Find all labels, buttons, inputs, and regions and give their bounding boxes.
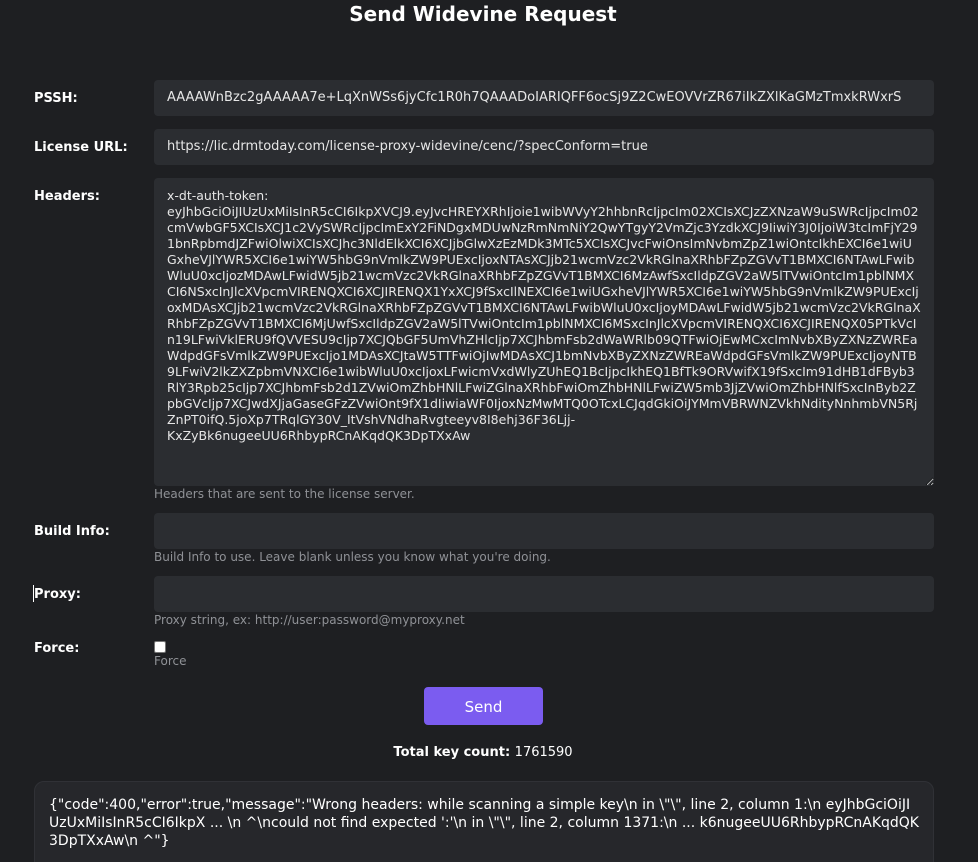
pssh-input[interactable]	[154, 80, 934, 116]
headers-label: Headers:	[34, 189, 100, 204]
widevine-request-page: Send Widevine Request PSSH: License URL:…	[0, 0, 978, 862]
response-output: {"code":400,"error":true,"message":"Wron…	[34, 781, 934, 862]
build-info-input[interactable]	[154, 513, 934, 549]
key-count-label: Total key count:	[393, 745, 511, 760]
key-count-value: 1761590	[514, 745, 573, 760]
force-checkbox[interactable]	[154, 641, 166, 653]
force-label: Force:	[34, 641, 80, 656]
key-count: Total key count: 1761590	[0, 745, 966, 760]
proxy-input[interactable]	[154, 576, 934, 612]
headers-help: Headers that are sent to the license ser…	[154, 487, 415, 501]
headers-textarea[interactable]: x-dt-auth-token: eyJhbGciOiJIUzUxMiIsInR…	[154, 178, 934, 486]
proxy-help: Proxy string, ex: http://user:password@m…	[154, 613, 465, 627]
proxy-label: Proxy:	[34, 587, 81, 602]
force-help: Force	[154, 654, 187, 668]
build-info-help: Build Info to use. Leave blank unless yo…	[154, 550, 551, 564]
pssh-label: PSSH:	[34, 91, 78, 106]
build-info-label: Build Info:	[34, 524, 110, 539]
license-url-label: License URL:	[34, 140, 128, 155]
send-button[interactable]: Send	[424, 687, 543, 725]
license-url-input[interactable]	[154, 129, 934, 165]
page-title: Send Widevine Request	[349, 2, 617, 26]
